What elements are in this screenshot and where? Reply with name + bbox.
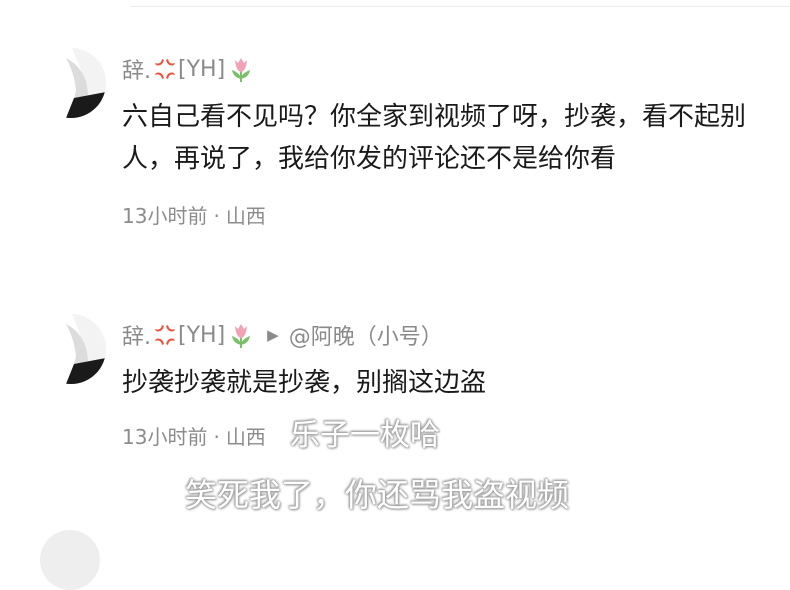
comment-meta: 辞. [YH] ▶ @阿晚（小号） [122, 319, 443, 351]
play-arrow-icon: ▶ [267, 326, 279, 344]
top-divider [130, 6, 790, 7]
comment-location: 山西 [225, 204, 266, 228]
username[interactable]: 辞. [122, 319, 151, 351]
comment-info: 13小时前 · 山西 [122, 421, 266, 450]
anger-icon [153, 323, 177, 347]
comment-info: 13小时前 · 山西 [122, 200, 266, 229]
overlay-caption: 笑死我了，你还骂我盗视频 [185, 476, 570, 514]
comment-time: 13小时前 [122, 204, 208, 228]
reply-to-user[interactable]: @阿晚（小号） [289, 319, 443, 351]
separator-dot: · [213, 204, 220, 228]
username-tag: [YH] [178, 322, 226, 348]
comment-text: 六自己看不见吗？你全家到视频了呀，抄袭，看不起别人，再说了，我给你发的评论还不是… [122, 102, 747, 174]
anger-icon [153, 57, 177, 81]
username-tag: [YH] [178, 56, 226, 82]
comment-location: 山西 [225, 425, 266, 449]
username[interactable]: 辞. [122, 53, 151, 85]
comment-meta: 辞. [YH] [122, 54, 255, 84]
avatar[interactable] [36, 314, 106, 384]
tulip-icon [227, 55, 255, 83]
comment-time: 13小时前 [122, 425, 208, 449]
tulip-icon [227, 321, 255, 349]
avatar[interactable] [36, 48, 106, 118]
comment-text: 抄袭抄袭就是抄袭，别搁这边盗 [122, 368, 487, 398]
next-comment-avatar[interactable] [40, 530, 100, 590]
overlay-caption: 乐子一枚哈 [290, 418, 440, 453]
separator-dot: · [213, 425, 220, 449]
